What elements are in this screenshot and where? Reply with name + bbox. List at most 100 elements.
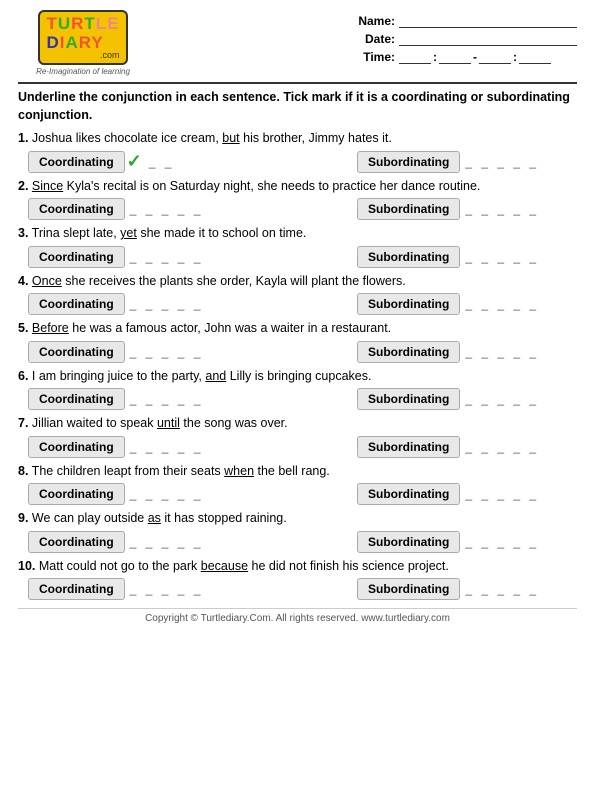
subord-dashes-7: _ _ _ _ _ — [465, 440, 539, 454]
date-field-row: Date: — [357, 32, 577, 46]
coord-button-7[interactable]: Coordinating — [28, 436, 125, 458]
logo-tagline: Re-Imagination of learning — [36, 67, 130, 76]
coord-block-6: Coordinating _ _ _ _ _ — [28, 388, 248, 410]
question-text-4: 4. Once she receives the plants she orde… — [18, 273, 577, 291]
underlined-word: yet — [120, 226, 137, 240]
header-divider — [18, 82, 577, 84]
underlined-word: when — [224, 464, 254, 478]
coord-button-1[interactable]: Coordinating — [28, 151, 125, 173]
subord-block-9: Subordinating _ _ _ _ _ — [357, 531, 577, 553]
options-row-6: Coordinating _ _ _ _ _ Subordinating _ _ … — [18, 388, 577, 410]
subord-button-2[interactable]: Subordinating — [357, 198, 460, 220]
question-9: 9. We can play outside as it has stopped… — [18, 510, 577, 553]
coord-button-10[interactable]: Coordinating — [28, 578, 125, 600]
question-text-1: 1. Joshua likes chocolate ice cream, but… — [18, 130, 577, 148]
subord-button-1[interactable]: Subordinating — [357, 151, 460, 173]
options-row-8: Coordinating _ _ _ _ _ Subordinating _ _ … — [18, 483, 577, 505]
coord-dashes-8: _ _ _ _ _ — [130, 487, 204, 501]
underlined-word: Before — [32, 321, 69, 335]
coord-button-6[interactable]: Coordinating — [28, 388, 125, 410]
name-input-line[interactable] — [399, 14, 577, 28]
question-text-6: 6. I am bringing juice to the party, and… — [18, 368, 577, 386]
subord-button-4[interactable]: Subordinating — [357, 293, 460, 315]
coord-block-2: Coordinating _ _ _ _ _ — [28, 198, 248, 220]
subord-block-7: Subordinating _ _ _ _ _ — [357, 436, 577, 458]
time-seg-1[interactable] — [399, 50, 431, 64]
question-8: 8. The children leapt from their seats w… — [18, 463, 577, 506]
coord-dashes: _ _ — [149, 155, 175, 169]
question-text-9: 9. We can play outside as it has stopped… — [18, 510, 577, 528]
subord-button-8[interactable]: Subordinating — [357, 483, 460, 505]
time-seg-3[interactable] — [479, 50, 511, 64]
page: TURTLE DIARY .com Re-Imagination of lear… — [0, 0, 595, 800]
subord-button-9[interactable]: Subordinating — [357, 531, 460, 553]
name-label: Name: — [357, 14, 395, 28]
subord-button-5[interactable]: Subordinating — [357, 341, 460, 363]
subord-dashes-5: _ _ _ _ _ — [465, 345, 539, 359]
question-text-2: 2. Since Kyla's recital is on Saturday n… — [18, 178, 577, 196]
fields-area: Name: Date: Time: : - : — [357, 10, 577, 64]
options-row-10: Coordinating _ _ _ _ _Subordinating _ _ … — [18, 578, 577, 600]
subord-block-3: Subordinating _ _ _ _ _ — [357, 246, 577, 268]
question-5: 5. Before he was a famous actor, John wa… — [18, 320, 577, 363]
coord-button-4[interactable]: Coordinating — [28, 293, 125, 315]
coord-dashes-2: _ _ _ _ _ — [130, 202, 204, 216]
subord-button-6[interactable]: Subordinating — [357, 388, 460, 410]
question-1: 1. Joshua likes chocolate ice cream, but… — [18, 130, 577, 173]
subord-button-10[interactable]: Subordinating — [357, 578, 460, 600]
subord-button-7[interactable]: Subordinating — [357, 436, 460, 458]
options-row-7: Coordinating _ _ _ _ _Subordinating _ _ … — [18, 436, 577, 458]
subord-dashes-10: _ _ _ _ _ — [465, 582, 539, 596]
time-row: : - : — [399, 50, 551, 64]
coord-dashes-10: _ _ _ _ _ — [130, 582, 204, 596]
coord-block-5: Coordinating _ _ _ _ _ — [28, 341, 248, 363]
coord-button-9[interactable]: Coordinating — [28, 531, 125, 553]
date-input-line[interactable] — [399, 32, 577, 46]
subord-button-3[interactable]: Subordinating — [357, 246, 460, 268]
coord-button-8[interactable]: Coordinating — [28, 483, 125, 505]
options-row-1: Coordinating ✓_ _Subordinating _ _ _ _ _ — [18, 151, 577, 173]
question-2: 2. Since Kyla's recital is on Saturday n… — [18, 178, 577, 221]
options-row-5: Coordinating _ _ _ _ _Subordinating _ _ … — [18, 341, 577, 363]
coord-button-3[interactable]: Coordinating — [28, 246, 125, 268]
coord-block-4: Coordinating _ _ _ _ _ — [28, 293, 248, 315]
question-10: 10. Matt could not go to the park becaus… — [18, 558, 577, 601]
subord-dashes-6: _ _ _ _ _ — [465, 392, 539, 406]
subord-dashes-4: _ _ _ _ _ — [465, 297, 539, 311]
logo-com: .com — [100, 50, 120, 60]
options-row-9: Coordinating _ _ _ _ _Subordinating _ _ … — [18, 531, 577, 553]
coord-dashes-3: _ _ _ _ _ — [130, 250, 204, 264]
coord-block-7: Coordinating _ _ _ _ _ — [28, 436, 248, 458]
coord-block-9: Coordinating _ _ _ _ _ — [28, 531, 248, 553]
coord-dashes-5: _ _ _ _ _ — [130, 345, 204, 359]
question-6: 6. I am bringing juice to the party, and… — [18, 368, 577, 411]
coord-dashes-4: _ _ _ _ _ — [130, 297, 204, 311]
subord-block-5: Subordinating _ _ _ _ _ — [357, 341, 577, 363]
subord-block-10: Subordinating _ _ _ _ _ — [357, 578, 577, 600]
question-7: 7. Jillian waited to speak until the son… — [18, 415, 577, 458]
date-label: Date: — [357, 32, 395, 46]
coord-button-2[interactable]: Coordinating — [28, 198, 125, 220]
subord-dashes-8: _ _ _ _ _ — [465, 487, 539, 501]
subord-dashes-9: _ _ _ _ _ — [465, 535, 539, 549]
coord-dashes-7: _ _ _ _ _ — [130, 440, 204, 454]
question-text-3: 3. Trina slept late, yet she made it to … — [18, 225, 577, 243]
subord-dashes-1: _ _ _ _ _ — [465, 155, 539, 169]
subord-block-4: Subordinating _ _ _ _ _ — [357, 293, 577, 315]
coord-dashes-6: _ _ _ _ _ — [130, 392, 204, 406]
time-label: Time: — [357, 50, 395, 64]
question-4: 4. Once she receives the plants she orde… — [18, 273, 577, 316]
question-text-10: 10. Matt could not go to the park becaus… — [18, 558, 577, 576]
underlined-word: until — [157, 416, 180, 430]
underlined-word: and — [205, 369, 226, 383]
subord-block-2: Subordinating _ _ _ _ _ — [357, 198, 577, 220]
underlined-word: as — [148, 511, 161, 525]
coord-block-8: Coordinating _ _ _ _ _ — [28, 483, 248, 505]
question-3: 3. Trina slept late, yet she made it to … — [18, 225, 577, 268]
underlined-word: but — [222, 131, 239, 145]
time-seg-4[interactable] — [519, 50, 551, 64]
header: TURTLE DIARY .com Re-Imagination of lear… — [18, 10, 577, 76]
time-seg-2[interactable] — [439, 50, 471, 64]
coord-button-5[interactable]: Coordinating — [28, 341, 125, 363]
question-text-7: 7. Jillian waited to speak until the son… — [18, 415, 577, 433]
